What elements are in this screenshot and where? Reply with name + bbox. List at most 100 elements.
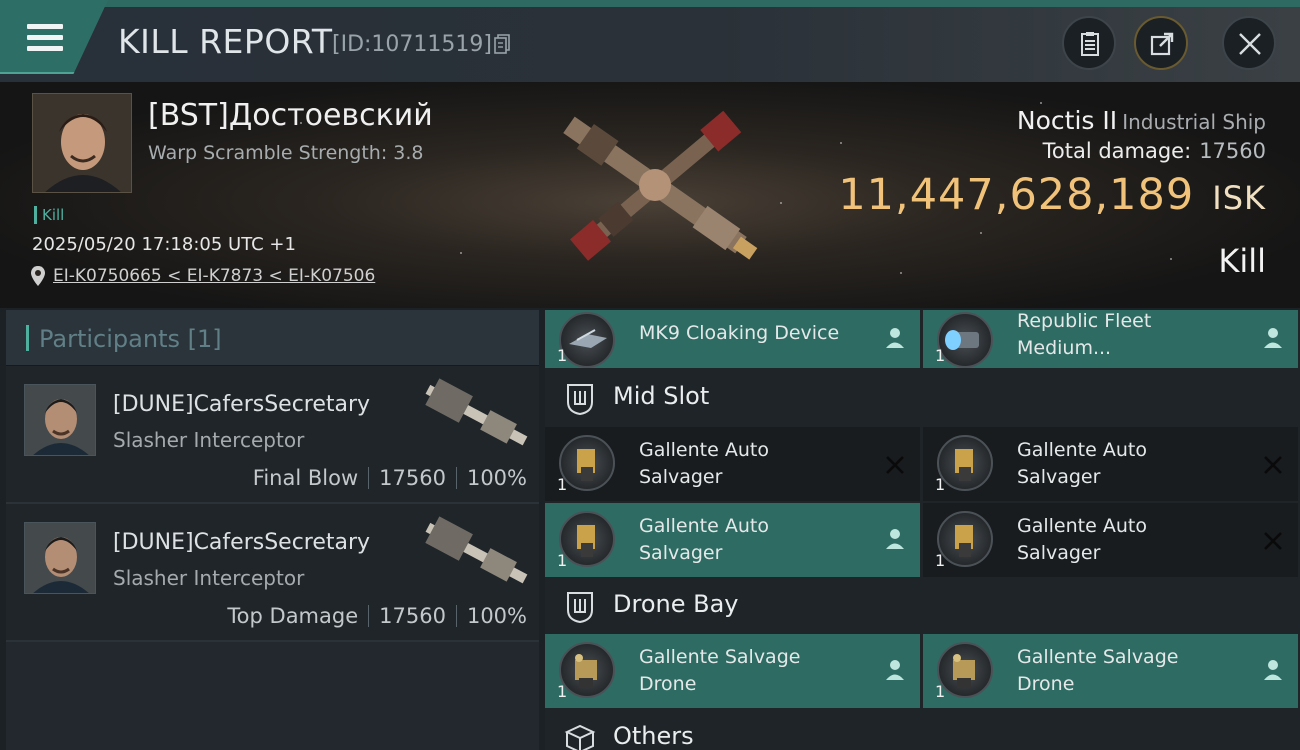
item-quantity: 1: [935, 551, 946, 570]
pilot-icon: [1264, 660, 1282, 680]
clipboard-icon: [1081, 32, 1099, 56]
others-section: Others: [545, 716, 1300, 750]
drone-bay-icon: [567, 592, 593, 624]
item-quantity: 1: [935, 346, 946, 365]
fittings-panel: 1 MK9 Cloaking Device 1 Republic Fleet Me…: [545, 310, 1300, 750]
participant-ship: Slasher Interceptor: [113, 566, 305, 590]
isk-value: 11,447,628,189 ISK: [838, 170, 1266, 220]
menu-button[interactable]: [0, 0, 108, 74]
others-label: Others: [613, 722, 694, 750]
item-quantity: 1: [557, 475, 568, 494]
total-damage: Total damage: 17560: [1043, 139, 1266, 163]
header-accent-line: [100, 0, 1300, 7]
victim-portrait[interactable]: [32, 93, 132, 193]
item-quantity: 1: [935, 682, 946, 701]
fitting-item[interactable]: 1 Republic Fleet Medium...: [923, 310, 1298, 368]
participant-role: Final Blow: [252, 466, 359, 490]
mid-slot-icon: [567, 384, 593, 416]
salvager-icon: [559, 435, 615, 491]
participant-avatar[interactable]: [24, 384, 96, 456]
fitting-item[interactable]: 1 Gallente Auto Salvager: [923, 427, 1298, 501]
ship-name-line: Noctis II Industrial Ship: [1017, 106, 1266, 135]
kill-banner: [BST]Достоевский Warp Scramble Strength:…: [0, 82, 1300, 308]
ship-class: Industrial Ship: [1122, 110, 1266, 134]
fitting-item[interactable]: 1 Gallente Auto Salvager: [923, 503, 1298, 577]
kill-tag: Kill: [34, 206, 64, 224]
destroyed-icon: [886, 456, 904, 474]
header-bar: KILL REPORT [ID:10711519]: [0, 0, 1300, 82]
participant-stats: Top Damage 17560 100%: [227, 604, 527, 628]
item-name: Gallente Salvage Drone: [1017, 646, 1179, 695]
victim-name[interactable]: [BST]Достоевский: [148, 98, 433, 133]
drone-bay-section: Drone Bay: [545, 584, 1300, 630]
copy-icon[interactable]: [494, 34, 510, 54]
location-pin-icon: [31, 266, 45, 286]
ship-name[interactable]: Noctis II: [1017, 106, 1117, 135]
clipboard-button[interactable]: [1062, 16, 1116, 70]
participant-row[interactable]: [DUNE]CafersSecretary Slasher Intercepto…: [6, 366, 539, 504]
mid-slot-section: Mid Slot: [545, 376, 1300, 422]
item-name: Gallente Auto Salvager: [639, 439, 769, 488]
fitting-item[interactable]: 1 Gallente Auto Salvager: [545, 503, 920, 577]
salvage-drone-icon: [937, 642, 993, 698]
pilot-icon: [886, 328, 904, 348]
item-name: Republic Fleet Medium...: [1017, 310, 1152, 359]
fitting-item[interactable]: 1 Gallente Salvage Drone: [545, 634, 920, 708]
location-link[interactable]: EI-K0750665 < EI-K7873 < EI-K07506: [53, 266, 375, 286]
close-icon: [1239, 33, 1261, 55]
isk-amount: 11,447,628,189: [838, 170, 1195, 220]
total-damage-label: Total damage:: [1042, 139, 1192, 163]
participants-panel: Participants [1] [DUNE]CafersSecretary S…: [6, 310, 539, 750]
item-name: Gallente Salvage Drone: [639, 646, 801, 695]
drone-bay-label: Drone Bay: [613, 590, 739, 618]
participant-row[interactable]: [DUNE]CafersSecretary Slasher Intercepto…: [6, 504, 539, 642]
participant-ship-image: [425, 516, 528, 584]
kill-result: Kill: [1218, 242, 1266, 280]
victim-ship-image: [563, 110, 758, 261]
salvager-icon: [559, 511, 615, 567]
participant-avatar[interactable]: [24, 522, 96, 594]
participants-header[interactable]: Participants [1]: [6, 310, 539, 366]
pilot-icon: [886, 660, 904, 680]
item-name: Gallente Auto Salvager: [1017, 439, 1147, 488]
fitting-item[interactable]: 1 Gallente Auto Salvager: [545, 427, 920, 501]
report-id: [ID:10711519]: [332, 32, 492, 57]
participant-percent: 100%: [466, 604, 527, 628]
warp-scramble-strength: Warp Scramble Strength: 3.8: [148, 142, 424, 164]
participant-name[interactable]: [DUNE]CafersSecretary: [113, 530, 370, 555]
salvager-icon: [937, 511, 993, 567]
fitting-item[interactable]: 1 MK9 Cloaking Device: [545, 310, 920, 368]
hamburger-icon: [27, 24, 63, 57]
item-quantity: 1: [557, 682, 568, 701]
cloaking-device-icon: [559, 312, 615, 368]
item-name: MK9 Cloaking Device: [639, 322, 840, 344]
afterburner-icon: [937, 312, 993, 368]
total-damage-value: 17560: [1199, 139, 1266, 163]
pilot-icon: [886, 529, 904, 549]
participant-damage: 17560: [379, 466, 446, 490]
participant-ship: Slasher Interceptor: [113, 428, 305, 452]
item-quantity: 1: [557, 551, 568, 570]
share-button[interactable]: [1134, 16, 1188, 70]
share-icon: [1150, 32, 1174, 56]
item-name: Gallente Auto Salvager: [1017, 515, 1147, 564]
item-quantity: 1: [935, 475, 946, 494]
page-title: KILL REPORT: [118, 22, 333, 61]
participant-percent: 100%: [466, 466, 527, 490]
pilot-icon: [1264, 328, 1282, 348]
kill-timestamp: 2025/05/20 17:18:05 UTC +1: [32, 234, 296, 255]
close-button[interactable]: [1222, 16, 1276, 70]
isk-unit: ISK: [1212, 179, 1266, 217]
participant-stats: Final Blow 17560 100%: [253, 466, 527, 490]
mid-slot-label: Mid Slot: [613, 382, 710, 410]
destroyed-icon: [1264, 456, 1282, 474]
participant-role: Top Damage: [227, 604, 359, 628]
destroyed-icon: [1264, 532, 1282, 550]
participant-ship-image: [425, 378, 528, 446]
item-name: Gallente Auto Salvager: [639, 515, 769, 564]
participant-damage: 17560: [379, 604, 446, 628]
fitting-item[interactable]: 1 Gallente Salvage Drone: [923, 634, 1298, 708]
salvage-drone-icon: [559, 642, 615, 698]
item-quantity: 1: [557, 346, 568, 365]
participant-name[interactable]: [DUNE]CafersSecretary: [113, 392, 370, 417]
